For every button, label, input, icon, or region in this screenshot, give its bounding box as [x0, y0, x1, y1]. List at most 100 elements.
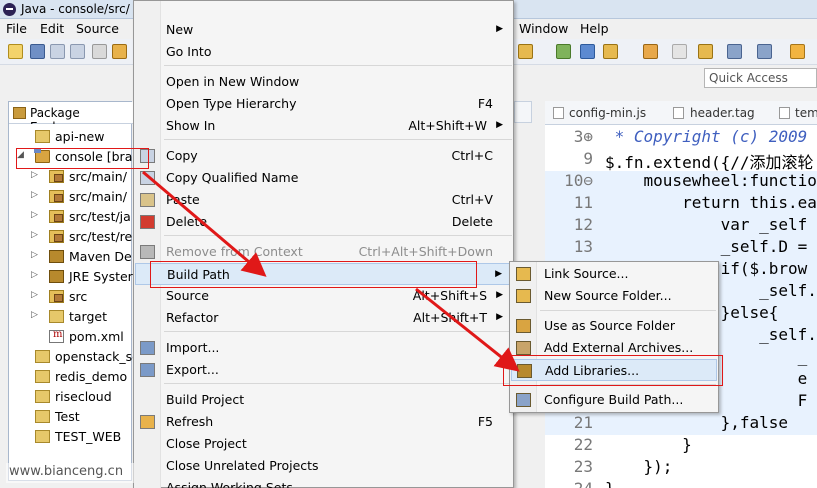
menu-item-new[interactable]: New ▶ — [135, 19, 513, 41]
code-line[interactable]: 23 }); — [545, 457, 817, 479]
tree-item[interactable]: TEST_WEB — [9, 427, 133, 447]
tree-item[interactable]: ▷ src/main/ — [9, 187, 133, 207]
menu-item-export[interactable]: Export... — [135, 359, 513, 381]
project-icon — [35, 350, 50, 363]
project-icon — [35, 430, 50, 443]
expand-arrow-icon[interactable]: ▷ — [31, 250, 38, 260]
code-line[interactable]: 21 },false — [545, 413, 817, 435]
tree-item[interactable]: ▷ src/test/ja — [9, 207, 133, 227]
expand-arrow-icon[interactable]: ▷ — [31, 230, 38, 240]
forward-icon[interactable] — [790, 44, 805, 59]
expand-arrow-icon[interactable]: ▷ — [31, 190, 38, 200]
menu-window[interactable]: Window — [519, 21, 568, 36]
tab-header-tag[interactable]: header.tag — [690, 106, 755, 120]
tree-item[interactable]: pom.xml — [9, 327, 133, 347]
code-line[interactable]: 9 $.fn.extend({//添加滚轮 — [545, 149, 817, 172]
submenu-item-link-source[interactable]: Link Source... — [511, 263, 717, 285]
open-resource-icon[interactable] — [603, 44, 618, 59]
menu-source[interactable]: Source — [76, 21, 119, 36]
code-line[interactable]: 11 return this.ea — [545, 193, 817, 215]
menu-item-source[interactable]: Source Alt+Shift+S ▶ — [135, 285, 513, 307]
expand-arrow-icon[interactable]: ▷ — [31, 170, 38, 180]
new-wizard-icon[interactable] — [30, 44, 45, 59]
menu-help[interactable]: Help — [580, 21, 609, 36]
submenu-item-use-as-source-folder[interactable]: Use as Source Folder — [511, 315, 717, 337]
tag-file-icon — [673, 107, 684, 119]
tree-item-label: pom.xml — [69, 329, 124, 344]
expand-arrow-icon[interactable]: ▷ — [31, 310, 38, 320]
run-icon[interactable] — [556, 44, 571, 59]
expand-arrow-icon[interactable]: ▷ — [31, 210, 38, 220]
line-number: 13 — [573, 237, 593, 256]
code-line[interactable]: 12 var _self — [545, 215, 817, 237]
code-line[interactable]: 10⊖ mousewheel:functio — [545, 171, 817, 193]
menu-item-close-unrelated-projects[interactable]: Close Unrelated Projects — [135, 455, 513, 477]
submenu-arrow-icon: ▶ — [496, 24, 503, 34]
prev-annotation-icon[interactable] — [757, 44, 772, 59]
tree-item[interactable]: risecloud — [9, 387, 133, 407]
menu-item-label: Source — [166, 288, 209, 303]
expand-arrow-icon[interactable]: ▷ — [31, 270, 38, 280]
menu-item-copy[interactable]: Copy Ctrl+C — [135, 145, 513, 167]
menu-item-remove-from-context: Remove from Context Ctrl+Alt+Shift+Down — [135, 241, 513, 263]
menu-item-refactor[interactable]: Refactor Alt+Shift+T ▶ — [135, 307, 513, 329]
submenu-item-new-source-folder[interactable]: New Source Folder... — [511, 285, 717, 307]
menu-file[interactable]: File — [6, 21, 27, 36]
tree-item[interactable]: Test — [9, 407, 133, 427]
new-icon[interactable] — [8, 44, 23, 59]
menu-item-open-type-hierarchy[interactable]: Open Type Hierarchy F4 — [135, 93, 513, 115]
tree-item[interactable]: ▷ target — [9, 307, 133, 327]
search-icon[interactable] — [698, 44, 713, 59]
next-annotation-icon[interactable] — [727, 44, 742, 59]
tree-item[interactable]: ▷ src/main/ — [9, 167, 133, 187]
code-line[interactable]: 22 } — [545, 435, 817, 457]
menu-item-close-project[interactable]: Close Project — [135, 433, 513, 455]
tree-item[interactable]: redis_demo — [9, 367, 133, 387]
menu-edit[interactable]: Edit — [40, 21, 64, 36]
menu-item-import[interactable]: Import... — [135, 337, 513, 359]
tree-item-label: Maven De — [69, 249, 132, 264]
tree-item[interactable]: ▷ src — [9, 287, 133, 307]
menu-item-shortcut: Ctrl+V — [451, 192, 493, 207]
save-all-icon[interactable] — [70, 44, 85, 59]
open-type-icon[interactable] — [518, 44, 533, 59]
code-text: },false — [605, 413, 789, 432]
tree-item[interactable]: openstack_so — [9, 347, 140, 367]
menu-item-shortcut: Alt+Shift+T — [413, 310, 487, 325]
print-icon[interactable] — [92, 44, 107, 59]
source-folder-icon — [49, 190, 64, 203]
menu-item-open-in-new-window[interactable]: Open in New Window — [135, 71, 513, 93]
quick-access-input[interactable]: Quick Access — [704, 68, 817, 88]
submenu-item-configure-build-path[interactable]: Configure Build Path... — [511, 389, 717, 411]
menu-item-build-project[interactable]: Build Project — [135, 389, 513, 411]
menu-item-copy-qualified-name[interactable]: Copy Qualified Name — [135, 167, 513, 189]
menu-item-assign-working-sets[interactable]: Assign Working Sets... — [135, 477, 513, 488]
code-line[interactable]: 24} — [545, 479, 817, 488]
menu-item-show-in[interactable]: Show In Alt+Shift+W ▶ — [135, 115, 513, 137]
edit-icon[interactable] — [672, 44, 687, 59]
tab-tem[interactable]: tem — [795, 106, 817, 120]
save-icon[interactable] — [50, 44, 65, 59]
tree-item[interactable]: ▷ src/test/re — [9, 227, 133, 247]
menu-item-paste[interactable]: Paste Ctrl+V — [135, 189, 513, 211]
tree-item-label: Test — [55, 409, 80, 424]
debug-icon[interactable] — [580, 44, 595, 59]
toolbar-icon[interactable] — [112, 44, 127, 59]
code-line[interactable]: 13 _self.D = — [545, 237, 817, 259]
remove-context-icon — [140, 245, 155, 259]
view-restore-button[interactable] — [514, 101, 532, 123]
package-explorer-tab[interactable]: Package Explorer — [9, 102, 133, 134]
tree-item[interactable]: api-new — [9, 127, 133, 147]
code-line[interactable]: 3⊕ * Copyright (c) 2009 — [545, 127, 817, 149]
menu-item-go-into[interactable]: Go Into — [135, 41, 513, 63]
menu-item-label: Go Into — [166, 44, 212, 59]
eclipse-icon — [3, 3, 16, 16]
expand-arrow-icon[interactable]: ▷ — [31, 290, 38, 300]
menu-item-delete[interactable]: Delete Delete — [135, 211, 513, 233]
menu-item-refresh[interactable]: Refresh F5 — [135, 411, 513, 433]
submenu-item-label: Use as Source Folder — [544, 318, 676, 333]
tab-config-min-js[interactable]: config-min.js — [569, 106, 646, 120]
tree-item[interactable]: ▷ Maven De — [9, 247, 133, 267]
tree-item[interactable]: ▷ JRE Syster — [9, 267, 133, 287]
open-task-icon[interactable] — [643, 44, 658, 59]
